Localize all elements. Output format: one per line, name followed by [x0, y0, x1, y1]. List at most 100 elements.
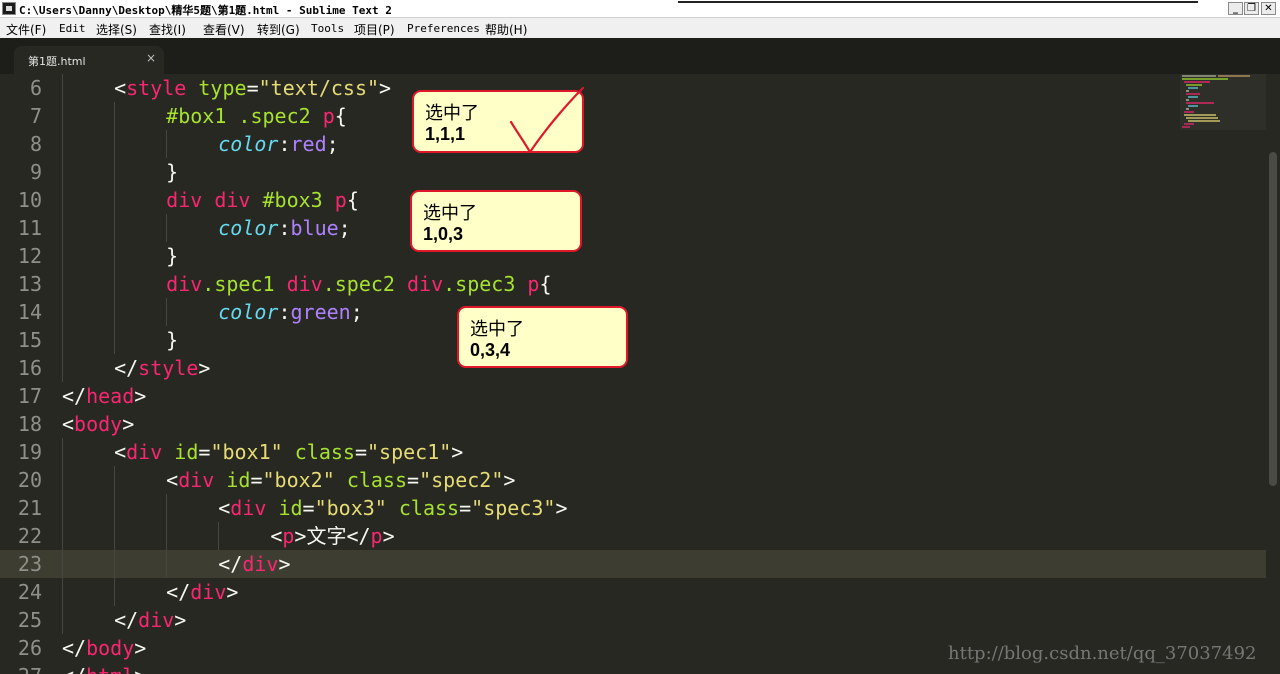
menu-project[interactable]: 项目(P) — [354, 21, 395, 38]
code-token: style — [126, 76, 187, 100]
code-token: "box3" — [314, 496, 387, 520]
indent-guide — [114, 102, 116, 130]
code-token: div — [407, 272, 444, 296]
menu-tools[interactable]: Tools — [311, 22, 344, 35]
line-number: 26 — [17, 636, 42, 660]
menu-help[interactable]: 帮助(H) — [485, 21, 527, 38]
scrollbar-thumb[interactable] — [1269, 152, 1277, 486]
code-token: > — [278, 552, 291, 576]
menu-preferences[interactable]: Preferences — [407, 22, 480, 35]
code-line[interactable]: 15} — [0, 326, 1266, 354]
line-number: 22 — [17, 524, 42, 548]
menu-view[interactable]: 查看(V) — [203, 21, 245, 38]
code-text: </div> — [218, 550, 290, 578]
menu-goto[interactable]: 转到(G) — [257, 21, 300, 38]
menu-selection[interactable]: 选择(S) — [96, 21, 137, 38]
code-token: < — [62, 412, 75, 436]
code-line[interactable]: 10 div div #box3 p{ — [0, 186, 1266, 214]
code-text: } — [166, 158, 178, 186]
code-token: .spec2 — [322, 272, 395, 296]
close-button[interactable]: ✕ — [1261, 2, 1276, 15]
code-line[interactable]: 8 color:red; — [0, 130, 1266, 158]
code-editor[interactable]: 6 <style type="text/css"> 7 #box1 .spec2 p{… — [0, 74, 1266, 674]
indent-guide — [114, 466, 116, 494]
tab-file[interactable]: 第1题.html × — [14, 46, 164, 74]
code-line[interactable]: 24 </div> — [0, 578, 1266, 606]
code-line[interactable]: 9} — [0, 158, 1266, 186]
minimap[interactable] — [1180, 74, 1266, 130]
code-line[interactable]: 23 </div> — [0, 550, 1266, 578]
code-text: <div id="box2" class="spec2"> — [166, 466, 515, 494]
code-text: color:blue; — [218, 214, 350, 242]
code-line[interactable]: 16 </style> — [0, 354, 1266, 382]
indent-guide — [62, 74, 63, 102]
code-token: p — [527, 272, 540, 296]
menu-file[interactable]: 文件(F) — [6, 21, 46, 38]
code-line[interactable]: 12} — [0, 242, 1266, 270]
code-line[interactable]: 21 <div id="box3" class="spec3"> — [0, 494, 1266, 522]
code-text: <div id="box3" class="spec3"> — [218, 494, 567, 522]
indent-guide — [62, 438, 63, 466]
code-token: > — [379, 76, 392, 100]
code-line[interactable]: 22 <p>文字</p> — [0, 522, 1266, 550]
code-line[interactable]: 19 <div id="box1" class="spec1"> — [0, 438, 1266, 466]
menu-find[interactable]: 查找(I) — [149, 21, 186, 38]
code-token: </ — [114, 356, 139, 380]
code-line[interactable]: 17 </head> — [0, 382, 1266, 410]
indent-guide — [166, 550, 168, 578]
callout-specificity: 1,0,3 — [423, 224, 464, 244]
code-text: color:red; — [218, 130, 338, 158]
code-token: "box1" — [210, 440, 283, 464]
code-token: = — [407, 468, 420, 492]
indent-guide — [62, 214, 63, 242]
code-token: head — [86, 384, 135, 408]
code-token: class — [398, 496, 460, 520]
indent-guide — [62, 578, 63, 606]
indent-guide — [114, 550, 116, 578]
code-line[interactable]: 18 <body> — [0, 410, 1266, 438]
code-line[interactable]: 25 </div> — [0, 606, 1266, 634]
code-text: } — [166, 242, 178, 270]
code-token: "spec1" — [367, 440, 452, 464]
code-line[interactable]: 7 #box1 .spec2 p{ — [0, 102, 1266, 130]
code-text: </style> — [114, 354, 210, 382]
code-token: } — [166, 244, 179, 268]
tab-close-icon[interactable]: × — [146, 51, 156, 65]
code-token: id — [278, 496, 303, 520]
title-bar: C:\Users\Danny\Desktop\精华5题\第1题.html - S… — [0, 0, 1280, 18]
code-line[interactable]: 20 <div id="box2" class="spec2"> — [0, 466, 1266, 494]
line-number: 27 — [0, 662, 42, 674]
code-token: div — [286, 272, 323, 296]
code-token: div — [230, 496, 267, 520]
indent-guide — [114, 270, 116, 298]
code-token: .spec3 — [443, 272, 516, 296]
code-line[interactable]: 13 div.spec1 div.spec2 div.spec3 p{ — [0, 270, 1266, 298]
sublime-app-icon[interactable] — [2, 2, 16, 15]
code-token: "spec2" — [419, 468, 504, 492]
code-token: body — [86, 636, 135, 660]
restore-button[interactable]: ❐ — [1244, 2, 1259, 15]
code-token: p — [334, 188, 347, 212]
indent-guide — [62, 326, 63, 354]
minimize-button[interactable]: _ — [1228, 2, 1243, 15]
line-number: 16 — [17, 356, 42, 380]
indent-guide — [62, 130, 63, 158]
indent-guide — [62, 186, 63, 214]
code-line[interactable]: 11 color:blue; — [0, 214, 1266, 242]
indent-guide — [114, 326, 116, 354]
code-line[interactable]: 6 <style type="text/css"> — [0, 74, 1266, 102]
line-number: 20 — [17, 468, 42, 492]
code-token: body — [74, 412, 123, 436]
code-line[interactable]: 14 color:green; — [0, 298, 1266, 326]
indent-guide — [166, 214, 168, 242]
menu-edit[interactable]: Edit — [59, 22, 86, 35]
line-number: 24 — [17, 580, 42, 604]
vertical-scrollbar[interactable] — [1266, 74, 1280, 674]
code-token: } — [166, 160, 179, 184]
code-token: div — [214, 188, 251, 212]
code-token: color — [218, 216, 279, 240]
code-token: = — [250, 468, 263, 492]
